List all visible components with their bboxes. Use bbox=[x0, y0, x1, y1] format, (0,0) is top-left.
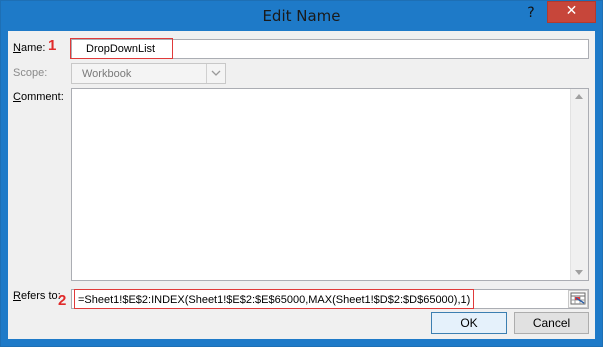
scope-dropdown-button[interactable] bbox=[206, 64, 225, 83]
edit-name-dialog: Edit Name ? ✕ Name: 1 DropDownList Scope… bbox=[0, 0, 603, 347]
scroll-down-icon[interactable] bbox=[575, 270, 583, 275]
range-select-icon bbox=[570, 292, 586, 305]
highlight-box-name bbox=[70, 38, 173, 59]
scroll-up-icon[interactable] bbox=[575, 94, 583, 99]
annotation-marker-1: 1 bbox=[48, 37, 57, 54]
help-button[interactable]: ? bbox=[518, 3, 544, 23]
scope-select[interactable]: Workbook bbox=[71, 63, 226, 84]
collapse-dialog-button[interactable] bbox=[568, 290, 588, 308]
close-button[interactable]: ✕ bbox=[547, 1, 596, 23]
dialog-title: Edit Name bbox=[262, 7, 341, 25]
comment-textarea[interactable] bbox=[71, 88, 589, 281]
scope-label: Scope: bbox=[13, 67, 48, 79]
chevron-down-icon bbox=[211, 70, 221, 76]
cancel-button[interactable]: Cancel bbox=[514, 312, 589, 334]
name-label: Name: bbox=[13, 42, 46, 54]
scope-value: Workbook bbox=[82, 68, 132, 80]
annotation-marker-2: 2 bbox=[58, 292, 67, 309]
title-bar: Edit Name ? ✕ bbox=[1, 1, 602, 31]
dialog-body: Name: 1 DropDownList Scope: Workbook Com… bbox=[8, 31, 595, 339]
highlight-box-refers bbox=[74, 289, 474, 309]
ok-button[interactable]: OK bbox=[431, 312, 507, 334]
refers-to-label: Refers to: bbox=[13, 290, 61, 302]
comment-label: Comment: bbox=[13, 91, 64, 103]
comment-scrollbar[interactable] bbox=[570, 89, 588, 280]
